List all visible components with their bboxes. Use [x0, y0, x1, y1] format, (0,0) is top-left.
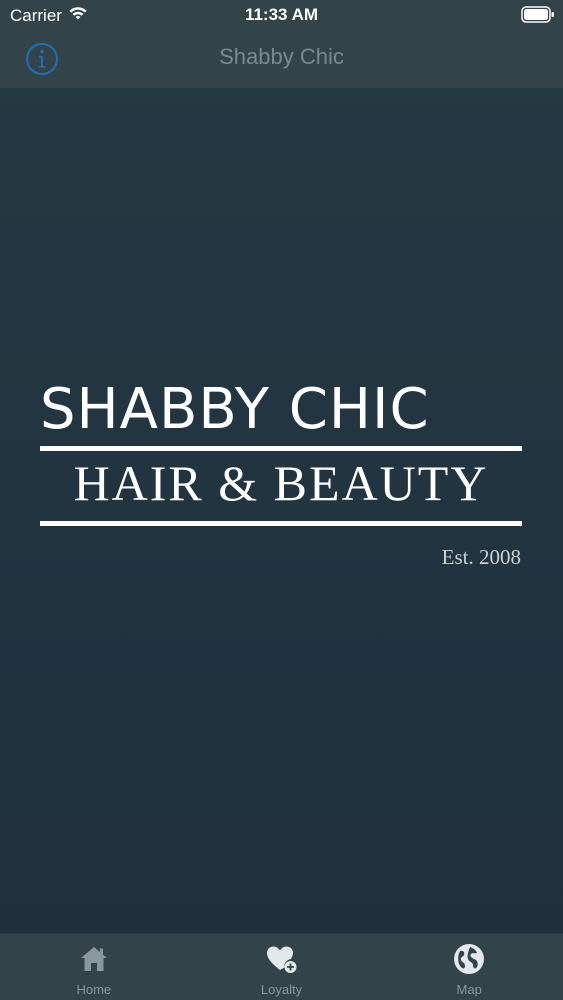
logo-divider-bottom: [40, 521, 522, 526]
home-icon: [80, 947, 107, 971]
brand-logo: SHABBY CHIC HAIR & BEAUTY: [40, 378, 522, 526]
heart-plus-icon: [266, 946, 296, 973]
tab-loyalty[interactable]: Loyalty: [188, 934, 376, 1000]
logo-subtitle: HAIR & BEAUTY: [73, 455, 489, 511]
tab-home-label: Home: [76, 982, 112, 997]
tab-map-label: Map: [456, 982, 482, 997]
battery-icon: [521, 6, 555, 23]
status-bar: Carrier 11:33 AM: [0, 0, 563, 30]
tab-loyalty-label: Loyalty: [260, 982, 303, 997]
app-screen: Carrier 11:33 AM Shabby Chic SHABBY CHIC…: [0, 0, 563, 1000]
logo-title: SHABBY CHIC: [40, 377, 430, 442]
nav-title: Shabby Chic: [219, 44, 344, 69]
tab-bar: Home Loyalty Map: [0, 933, 563, 1000]
navigation-bar: Shabby Chic: [0, 30, 563, 88]
tab-home[interactable]: Home: [0, 934, 188, 1000]
tab-map[interactable]: Map: [375, 934, 563, 1000]
globe-icon: [454, 944, 485, 974]
established-label: Est. 2008: [441, 545, 521, 569]
status-time: 11:33 AM: [244, 5, 319, 24]
